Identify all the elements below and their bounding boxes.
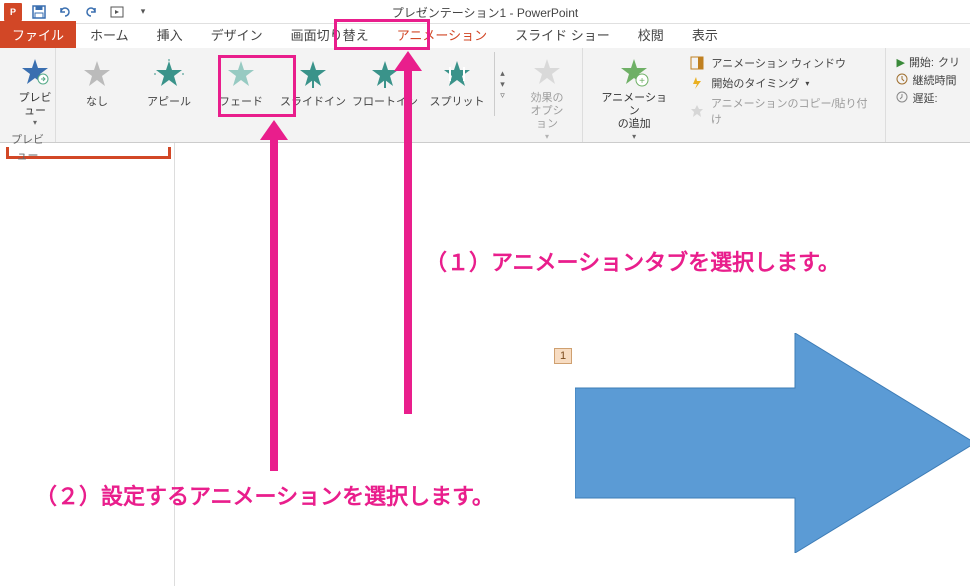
ribbon-group-animation: なし アピール フェード スライドイン フロートイン (56, 48, 583, 142)
ribbon: プレビュー ▾ プレビュー なし アピール フェード (0, 48, 970, 143)
timing-start[interactable]: ▶ 開始: クリ (896, 54, 960, 70)
tab-slideshow[interactable]: スライド ショー (501, 21, 624, 48)
slide-panel[interactable] (0, 143, 175, 586)
tab-animations[interactable]: アニメーション (383, 21, 501, 48)
ribbon-group-advanced: + アニメーション の追加 ▾ アニメーション ウィンドウ 開始のタイミング ▾… (583, 48, 886, 142)
preview-star-icon (20, 54, 50, 90)
delay-icon (896, 91, 908, 106)
main-area: （１）アニメーションタブを選択します。 （２）設定するアニメーションを選択します… (0, 143, 970, 586)
animation-number-tag[interactable]: 1 (554, 348, 572, 364)
tab-transitions[interactable]: 画面切り替え (277, 21, 383, 48)
app-logo: P (2, 1, 24, 23)
timing-duration[interactable]: 継続時間 (896, 72, 960, 88)
tab-view[interactable]: 表示 (678, 21, 732, 48)
annotation-step2: （２）設定するアニメーションを選択します。 (35, 479, 494, 511)
qat-customize-icon[interactable]: ▾ (132, 1, 154, 23)
pointer-arrow-fade (270, 138, 278, 471)
anim-item-split[interactable]: スプリット (422, 52, 492, 116)
tab-file[interactable]: ファイル (0, 21, 76, 48)
slide-arrow-shape[interactable] (575, 333, 970, 553)
trigger-button[interactable]: 開始のタイミング ▾ (687, 74, 875, 92)
anim-item-fade[interactable]: フェード (206, 52, 276, 116)
add-animation-button[interactable]: + アニメーション の追加 ▾ (589, 52, 679, 143)
anim-item-appear[interactable]: アピール (134, 52, 204, 116)
svg-text:+: + (639, 76, 645, 87)
clock-icon (896, 73, 908, 88)
preview-label: プレビュー (14, 92, 56, 118)
window-title: プレゼンテーション1 - PowerPoint (392, 4, 578, 21)
pointer-arrow-tab (404, 69, 412, 414)
animation-gallery: なし アピール フェード スライドイン フロートイン (62, 52, 510, 116)
tab-home[interactable]: ホーム (76, 21, 143, 48)
redo-icon[interactable] (80, 1, 102, 23)
annotation-step1: （１）アニメーションタブを選択します。 (425, 245, 840, 277)
trigger-icon (689, 75, 705, 91)
tab-design[interactable]: デザイン (197, 21, 277, 48)
painter-icon (689, 103, 705, 119)
play-icon: ▶ (896, 56, 904, 69)
tab-insert[interactable]: 挿入 (143, 21, 197, 48)
ribbon-group-timing: ▶ 開始: クリ 継続時間 遅延: (886, 48, 970, 142)
preview-group-label: プレビュー (6, 129, 49, 163)
anim-item-flyin[interactable]: スライドイン (278, 52, 348, 116)
animation-painter-button: アニメーションのコピー/貼り付け (687, 94, 875, 128)
undo-icon[interactable] (54, 1, 76, 23)
start-from-beginning-icon[interactable] (106, 1, 128, 23)
dropdown-caret-icon: ▾ (33, 118, 37, 127)
pane-icon (689, 55, 705, 71)
add-animation-icon: + (619, 54, 649, 90)
timing-delay[interactable]: 遅延: (896, 90, 960, 106)
slide-canvas[interactable]: （１）アニメーションタブを選択します。 （２）設定するアニメーションを選択します… (175, 143, 970, 586)
anim-item-none[interactable]: なし (62, 52, 132, 116)
gallery-more-button[interactable]: ▴▾▿ (494, 52, 510, 116)
tab-review[interactable]: 校閲 (624, 21, 678, 48)
save-icon[interactable] (28, 1, 50, 23)
effect-options-icon (532, 54, 562, 90)
effect-options-button: 効果の オプション ▾ (518, 52, 576, 143)
ribbon-group-preview: プレビュー ▾ プレビュー (0, 48, 56, 142)
animation-pane-button[interactable]: アニメーション ウィンドウ (687, 54, 875, 72)
ribbon-tabs: ファイル ホーム 挿入 デザイン 画面切り替え アニメーション スライド ショー… (0, 24, 970, 48)
